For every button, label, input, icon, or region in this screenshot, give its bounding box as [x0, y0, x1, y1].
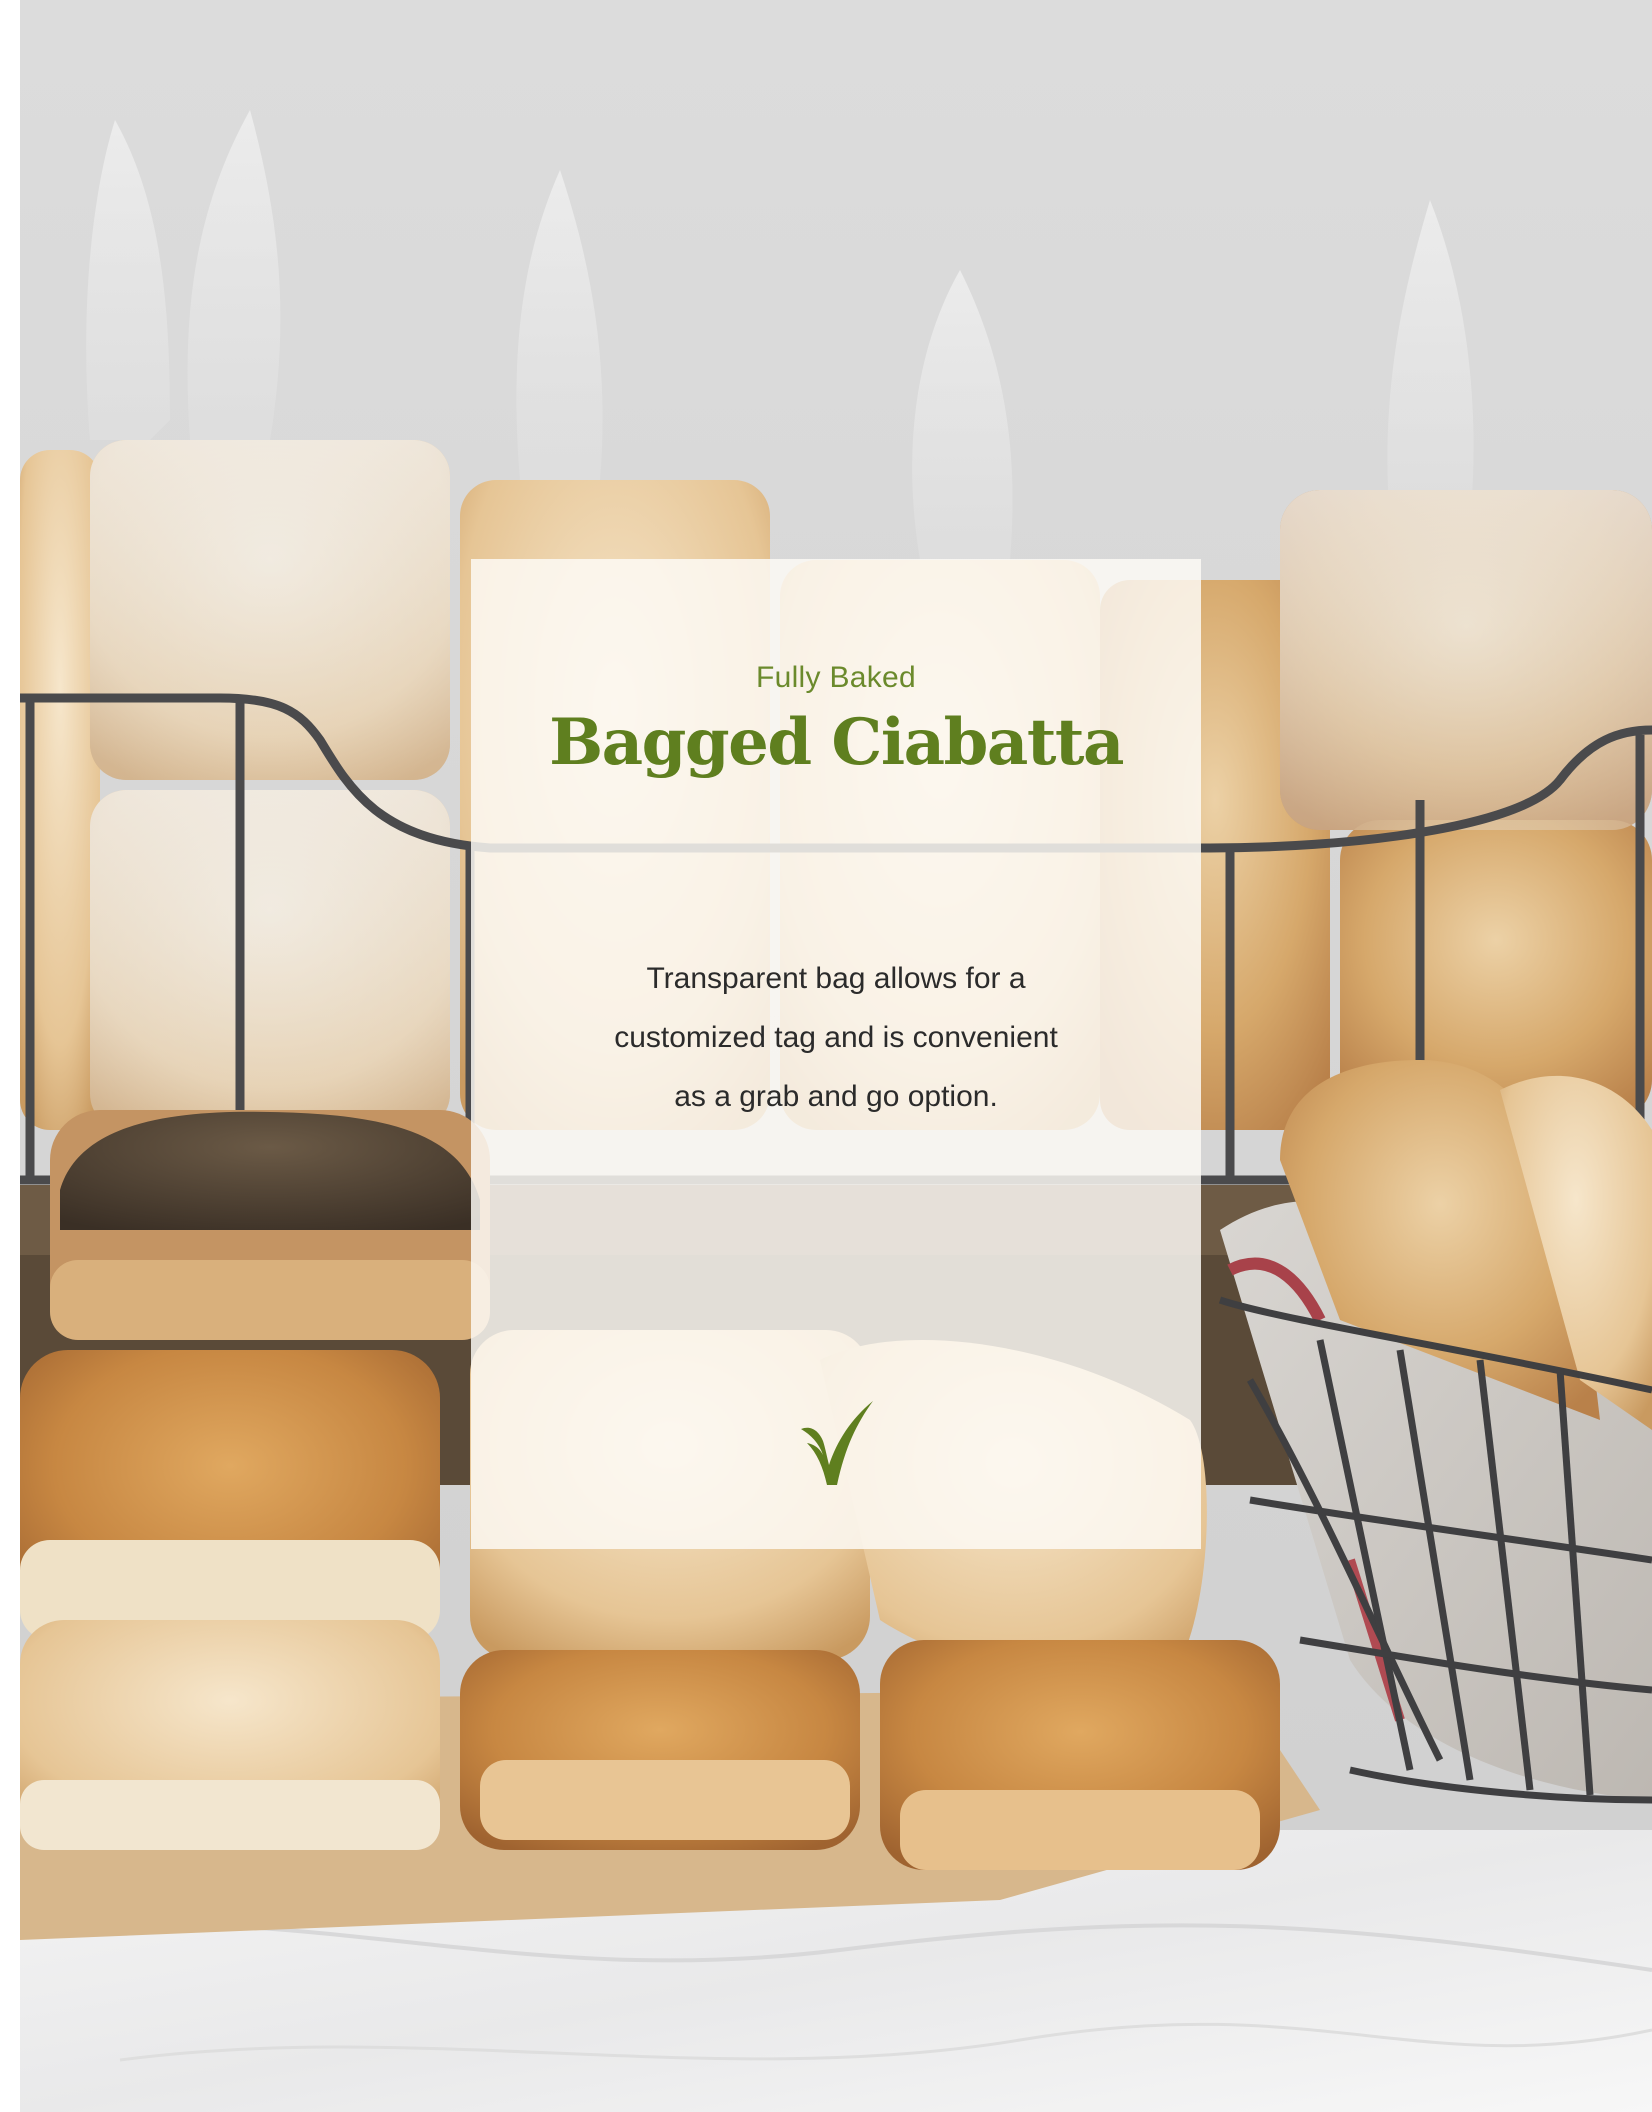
- page-margin: [0, 0, 20, 2112]
- product-eyebrow: Fully Baked: [755, 661, 917, 694]
- product-title: Bagged Ciabatta: [549, 705, 1124, 780]
- product-info-card: Fully Baked Bagged Ciabatta Transparent …: [471, 559, 1201, 1549]
- page: Fully Baked Bagged Ciabatta Transparent …: [0, 0, 1652, 2112]
- description-line: customized tag and is convenient: [614, 1021, 1058, 1054]
- product-description: Transparent bag allows for a customized …: [531, 949, 1141, 1126]
- description-line: Transparent bag allows for a: [646, 962, 1026, 995]
- description-line: as a grab and go option.: [674, 1080, 998, 1113]
- leaf-checkmark-icon: [797, 1399, 877, 1489]
